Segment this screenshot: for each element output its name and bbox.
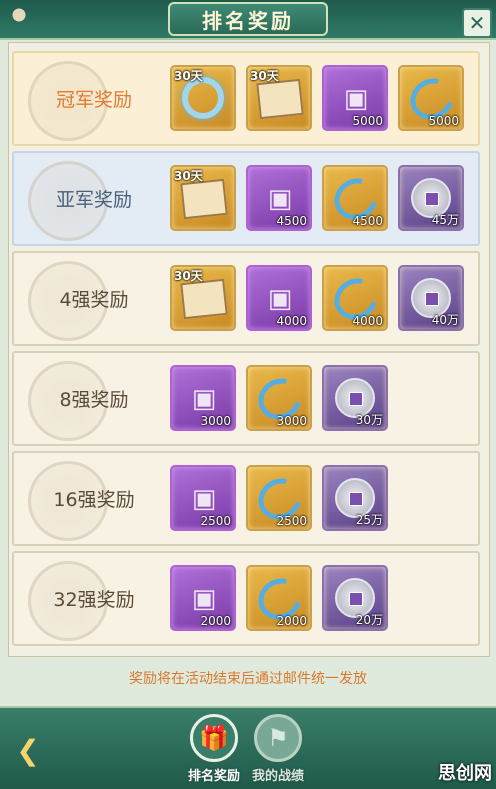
reward-row: 4强奖励 30天 ▣ 4000 4000 40万 [12, 251, 480, 346]
treasure-box-icon: ▣ [191, 584, 217, 614]
reward-item[interactable]: 2500 [246, 465, 312, 531]
trophy-icon: ⚑ [254, 714, 302, 762]
reward-note: 奖励将在活动结束后通过邮件统一发放 [129, 671, 367, 687]
reward-row: 冠军奖励 30天 30天 ▣ 5000 5000 [12, 51, 480, 146]
item-quantity: 2000 [200, 614, 231, 628]
reward-row: 亚军奖励 30天 ▣ 4500 4500 45万 [12, 151, 480, 246]
close-button[interactable]: ✕ [462, 8, 492, 38]
scroll-icon [180, 278, 228, 320]
reward-item[interactable]: 5000 [398, 65, 464, 131]
reward-item[interactable]: 30天 [170, 165, 236, 231]
duration-tag: 30天 [174, 69, 203, 83]
scroll-icon [256, 78, 304, 120]
reward-item[interactable]: 30天 [170, 65, 236, 131]
reward-row: 32强奖励 ▣ 2000 2000 20万 [12, 551, 480, 646]
reward-item[interactable]: ▣ 3000 [170, 365, 236, 431]
reward-item[interactable]: 3000 [246, 365, 312, 431]
tab-label: 我的战绩 [251, 769, 304, 784]
reward-item[interactable]: 20万 [322, 565, 388, 631]
item-quantity: 20万 [355, 613, 383, 627]
reward-item[interactable]: 4500 [322, 165, 388, 231]
reward-item[interactable]: ▣ 4500 [246, 165, 312, 231]
item-quantity: 40万 [431, 313, 459, 327]
rank-label: 亚军奖励 [55, 189, 132, 211]
reward-item[interactable]: 30天 [246, 65, 312, 131]
reward-item[interactable]: ▣ 2500 [170, 465, 236, 531]
duration-tag: 30天 [250, 69, 279, 83]
bottom-bar: ❮ 🎁 排名奖励 ⚑ 我的战绩 思创网 [0, 706, 496, 789]
item-quantity: 45万 [431, 213, 459, 227]
page-title: 排名奖励 [202, 8, 294, 33]
scroll-icon [180, 178, 228, 220]
item-quantity: 4000 [352, 314, 383, 328]
rank-label: 32强奖励 [53, 589, 135, 611]
reward-item[interactable]: 30万 [322, 365, 388, 431]
reward-row: 16强奖励 ▣ 2500 2500 25万 [12, 451, 480, 546]
item-quantity: 3000 [200, 414, 231, 428]
reward-item[interactable]: ▣ 2000 [170, 565, 236, 631]
treasure-box-icon: ▣ [191, 384, 217, 414]
tab-my-record[interactable]: ⚑ 我的战绩 [250, 714, 306, 788]
reward-item[interactable]: 2000 [246, 565, 312, 631]
item-quantity: 2500 [200, 514, 231, 528]
tab-label: 排名奖励 [187, 769, 240, 784]
item-quantity: 3000 [276, 414, 307, 428]
item-quantity: 4500 [276, 214, 307, 228]
reward-item[interactable]: 4000 [322, 265, 388, 331]
item-quantity: 4500 [352, 214, 383, 228]
gift-icon: 🎁 [190, 714, 238, 762]
item-quantity: 4000 [276, 314, 307, 328]
watermark: 思创网 [438, 763, 492, 784]
reward-row: 8强奖励 ▣ 3000 3000 30万 [12, 351, 480, 446]
item-quantity: 30万 [355, 413, 383, 427]
treasure-box-icon: ▣ [267, 284, 293, 314]
reward-item[interactable]: 30天 [170, 265, 236, 331]
close-icon: ✕ [468, 11, 486, 35]
title-plate: 排名奖励 [168, 2, 328, 36]
tab-rank-rewards[interactable]: 🎁 排名奖励 [186, 714, 242, 788]
reward-item[interactable]: 40万 [398, 265, 464, 331]
item-quantity: 25万 [355, 513, 383, 527]
reward-item[interactable]: 45万 [398, 165, 464, 231]
item-quantity: 2000 [276, 614, 307, 628]
treasure-box-icon: ▣ [267, 184, 293, 214]
duration-tag: 30天 [174, 269, 203, 283]
reward-item[interactable]: ▣ 4000 [246, 265, 312, 331]
treasure-box-icon: ▣ [191, 484, 217, 514]
reward-item[interactable]: ▣ 5000 [322, 65, 388, 131]
item-quantity: 5000 [428, 114, 459, 128]
duration-tag: 30天 [174, 169, 203, 183]
item-quantity: 5000 [352, 114, 383, 128]
back-button[interactable]: ❮ [6, 730, 50, 770]
rank-label: 16强奖励 [53, 489, 135, 511]
rank-label: 8强奖励 [59, 389, 129, 411]
back-arrow-icon: ❮ [16, 733, 40, 767]
ornament-icon [4, 0, 34, 30]
rank-label: 冠军奖励 [55, 89, 132, 111]
item-quantity: 2500 [276, 514, 307, 528]
treasure-box-icon: ▣ [343, 84, 369, 114]
rank-label: 4强奖励 [59, 289, 129, 311]
reward-item[interactable]: 25万 [322, 465, 388, 531]
